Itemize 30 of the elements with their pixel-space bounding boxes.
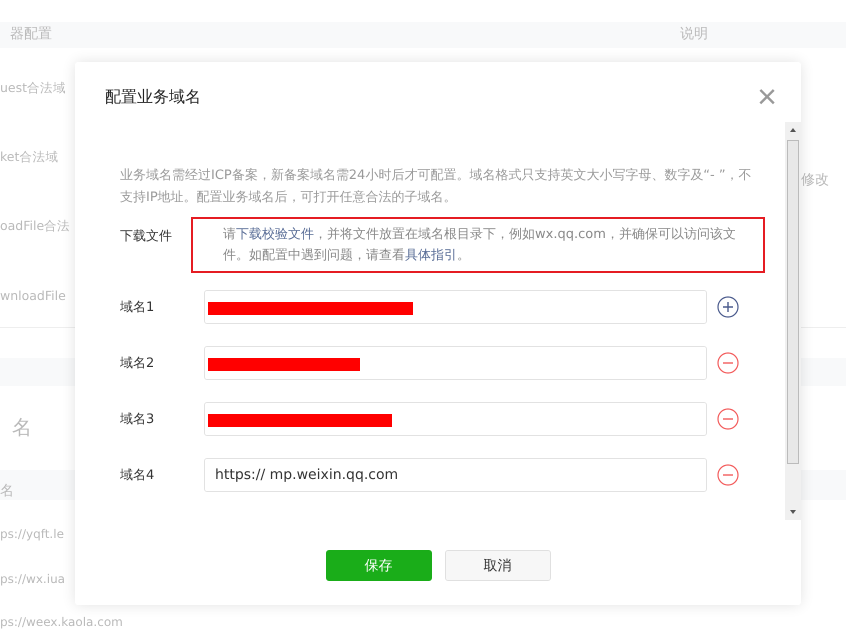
domain-label: 域名4 xyxy=(120,467,156,484)
save-button[interactable]: 保存 xyxy=(326,550,432,581)
remove-icon[interactable] xyxy=(717,352,739,374)
column-header: 器配置 xyxy=(10,25,52,43)
download-label: 下载文件 xyxy=(120,228,173,246)
scrollbar[interactable] xyxy=(785,122,801,520)
link[interactable]: 具体指引 xyxy=(405,248,457,263)
download-instructions: 请下载校验文件，并将文件放置在域名根目录下，例如wx.qq.com，并确保可以访问该文件。如配置中遇到问题，请查看具体指引。 xyxy=(191,217,765,273)
cancel-button[interactable]: 取消 xyxy=(444,550,550,581)
domain-url: ps://weex.kaola.com xyxy=(0,614,123,630)
domain-input[interactable]: https:// mp.weixin.qq.com xyxy=(204,458,707,492)
config-label: wnloadFile xyxy=(0,287,66,305)
config-label: oadFile合法 xyxy=(0,217,70,235)
notice-text: 业务域名需经过ICP备案，新备案域名需24小时后才可配置。域名格式只支持英文大小写字母、数字及“- ”，不支持IP地址。配置业务域名后，可打开任意合法的子域名。 xyxy=(120,167,753,207)
domain-label: 域名2 xyxy=(120,355,156,372)
column-header: 名 xyxy=(0,482,14,500)
column-header: 说明 xyxy=(680,25,708,43)
domain-url: ps://wx.iua xyxy=(0,571,66,588)
remove-icon[interactable] xyxy=(717,464,739,486)
section-title: 名 xyxy=(12,414,32,440)
add-icon[interactable] xyxy=(717,296,739,318)
link[interactable]: 下载校验文件 xyxy=(236,227,314,242)
domain-label: 域名3 xyxy=(120,411,156,428)
dialog-title: 配置业务域名 xyxy=(105,86,201,108)
domain-url: ps://yqft.le xyxy=(0,526,64,543)
close-button[interactable]: × xyxy=(757,82,777,112)
config-label: uest合法域 xyxy=(0,79,66,97)
remove-icon[interactable] xyxy=(717,408,739,430)
config-label: ket合法域 xyxy=(0,148,58,166)
domain-label: 域名1 xyxy=(120,299,156,316)
